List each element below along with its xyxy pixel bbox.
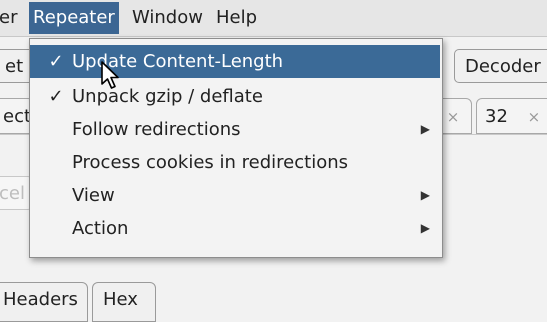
tab-headers-label: Headers bbox=[3, 289, 78, 310]
tool-tab-decoder-label: Decoder bbox=[465, 56, 541, 77]
tool-tab-partial-label: et bbox=[5, 56, 24, 77]
close-icon[interactable]: × bbox=[447, 108, 460, 126]
cancel-button[interactable]: cel bbox=[0, 176, 32, 210]
tab-hex[interactable]: Hex bbox=[92, 282, 156, 322]
menu-item-label: Action bbox=[72, 218, 129, 239]
menu-bar: ler Repeater Window Help bbox=[0, 0, 547, 37]
tab-headers[interactable]: Headers bbox=[0, 282, 88, 322]
mouse-cursor-icon bbox=[101, 61, 119, 89]
menu-item-unpack-gzip[interactable]: ✓ Unpack gzip / deflate bbox=[30, 80, 440, 113]
menu-item-process-cookies[interactable]: Process cookies in redirections bbox=[30, 146, 440, 179]
check-icon: ✓ bbox=[48, 86, 64, 107]
submenu-arrow-icon: ▶ bbox=[420, 188, 430, 202]
tool-tab-decoder[interactable]: Decoder bbox=[454, 49, 547, 83]
submenu-arrow-icon: ▶ bbox=[420, 221, 430, 235]
menu-item-update-content-length[interactable]: ✓ Update Content-Length bbox=[30, 45, 440, 78]
menu-item-label: Follow redirections bbox=[72, 119, 241, 140]
cancel-button-label: cel bbox=[0, 183, 25, 204]
menu-item-action[interactable]: Action ▶ bbox=[30, 212, 440, 245]
close-icon[interactable]: × bbox=[528, 108, 541, 126]
menu-help[interactable]: Help bbox=[212, 2, 261, 34]
subtab-32-label: 32 bbox=[485, 106, 508, 127]
submenu-arrow-icon: ▶ bbox=[420, 122, 430, 136]
menu-item-label: View bbox=[72, 185, 115, 206]
menu-item-view[interactable]: View ▶ bbox=[30, 179, 440, 212]
tab-hex-label: Hex bbox=[103, 289, 138, 310]
check-icon: ✓ bbox=[48, 51, 64, 72]
menu-item-label: Process cookies in redirections bbox=[72, 152, 348, 173]
subtab-32[interactable]: 32 × bbox=[476, 98, 547, 134]
menu-item-follow-redirections[interactable]: Follow redirections ▶ bbox=[30, 113, 440, 146]
menu-item-partial[interactable]: ler bbox=[0, 2, 21, 34]
menu-window[interactable]: Window bbox=[128, 2, 207, 34]
menu-repeater[interactable]: Repeater bbox=[29, 2, 119, 34]
repeater-dropdown-menu: ✓ Update Content-Length ✓ Unpack gzip / … bbox=[29, 38, 443, 258]
